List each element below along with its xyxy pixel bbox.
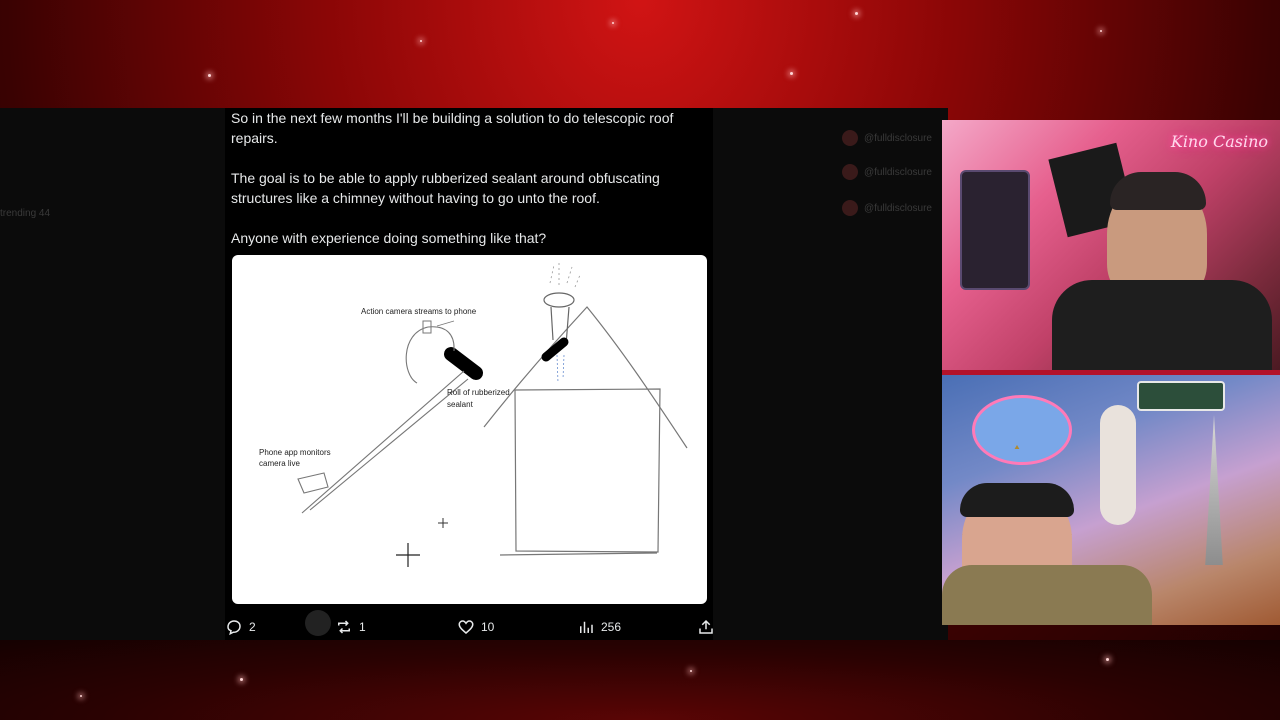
roof-outline [483, 306, 688, 449]
host-hair [960, 483, 1074, 517]
faded-follow-item: @fulldisclosure [842, 200, 932, 216]
webcam-host-1: Kino Casino [942, 120, 1280, 370]
label-phone: Phone app monitors [259, 448, 331, 457]
host-shirt [1052, 280, 1272, 370]
like-count: 10 [481, 620, 495, 634]
sealant-applied [541, 337, 569, 362]
eiffel-tower-prop [1205, 415, 1223, 565]
analytics-icon [580, 621, 593, 633]
repost-count: 1 [359, 620, 366, 634]
seal-drip [556, 354, 565, 384]
reply-button[interactable]: 2 [225, 616, 256, 638]
reply-icon [227, 620, 241, 636]
label-phone-2: camera live [259, 459, 300, 468]
faded-follow-item: @fulldisclosure [842, 164, 932, 180]
label-roll: Roll of rubberized [447, 388, 510, 397]
shared-screen: trending 44 @fulldisclosure @fulldisclos… [0, 108, 948, 640]
avatar-icon [842, 130, 858, 146]
phone-icon [297, 472, 329, 494]
chimney-top [543, 292, 575, 308]
host-shirt [942, 565, 1152, 625]
views-button[interactable]: 256 [577, 616, 621, 638]
tweet-actions: 2 1 10 256 [225, 616, 713, 638]
share-button[interactable] [697, 616, 715, 638]
share-icon [699, 619, 713, 634]
avatar-icon [842, 164, 858, 180]
street-sign-prop [1137, 381, 1225, 411]
background-bottom [0, 640, 1280, 720]
crosshair-cursor-icon [396, 543, 420, 567]
tweet-paragraph: The goal is to be able to apply rubberiz… [231, 170, 660, 206]
label-roll-2: sealant [447, 400, 474, 409]
faded-sidebar-text: trending 44 [0, 208, 51, 219]
repost-icon [338, 620, 350, 634]
webcam-host-2 [942, 375, 1280, 625]
house-wall [514, 388, 661, 553]
faded-follow-item: @fulldisclosure [842, 130, 932, 146]
camera-pointer [436, 320, 455, 327]
like-button[interactable]: 10 [457, 616, 494, 638]
tweet-paragraph: Anyone with experience doing something l… [231, 230, 547, 246]
tweet-text: So in the next few months I'll be buildi… [231, 108, 707, 248]
slot-machine-prop [960, 170, 1030, 290]
telescopic-pole [301, 370, 469, 514]
roof-repair-sketch: Action camera streams to phone Roll of r… [259, 263, 688, 567]
kino-casino-logo: Kino Casino [1170, 132, 1268, 151]
heart-icon [458, 620, 474, 634]
sealant-roll [444, 347, 483, 380]
statue-prop [1100, 405, 1136, 525]
tweet-image[interactable]: Action camera streams to phone Roll of r… [232, 255, 707, 604]
host-hair [1110, 172, 1206, 210]
crosshair-small-icon [438, 518, 448, 528]
avatar-icon [842, 200, 858, 216]
ground-line [499, 552, 658, 556]
repost-button[interactable]: 1 [335, 616, 366, 638]
label-camera: Action camera streams to phone [361, 307, 477, 316]
smoke-lines [549, 263, 581, 288]
tweet-card: So in the next few months I'll be buildi… [225, 108, 713, 640]
tweet-paragraph: So in the next few months I'll be buildi… [231, 110, 674, 146]
view-count: 256 [601, 620, 622, 634]
reply-count: 2 [249, 620, 256, 634]
